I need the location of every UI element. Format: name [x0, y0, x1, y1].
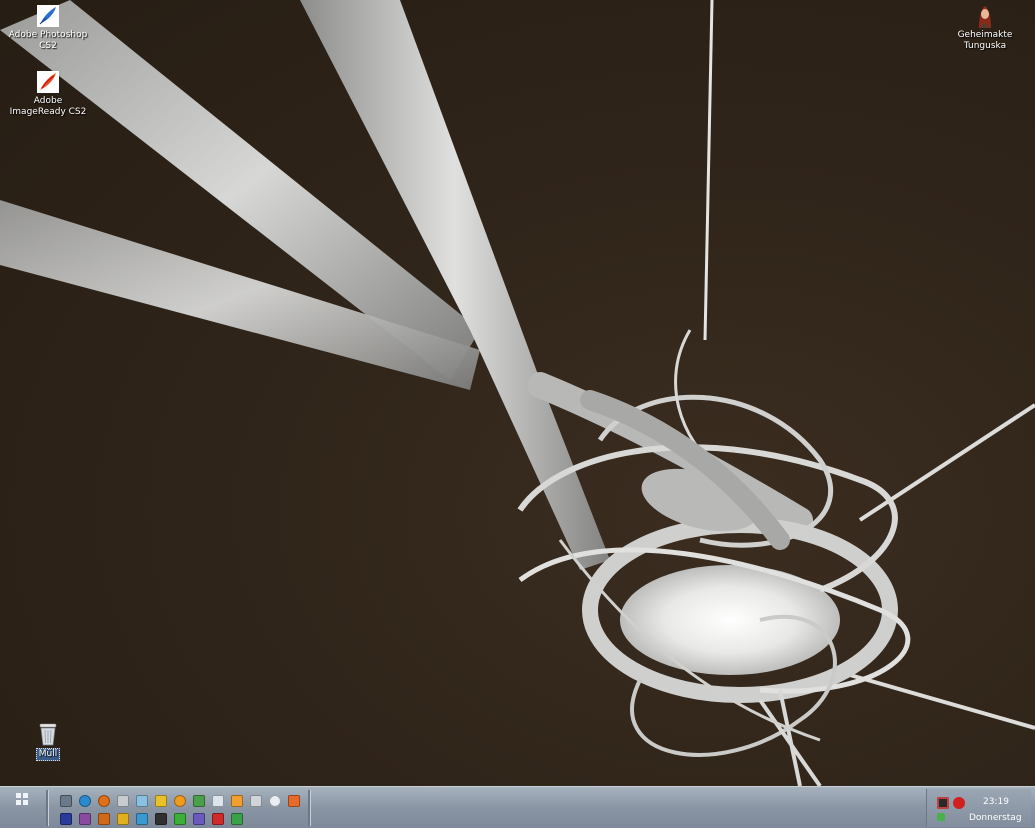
system-tray: 23:19 Donnerstag	[926, 789, 1031, 827]
network-icon[interactable]	[937, 813, 945, 821]
desktop-icon-label: Adobe ImageReady CS2	[9, 96, 87, 117]
firefox-icon[interactable]	[98, 795, 110, 807]
taskbar-separator	[46, 790, 49, 826]
clock-time[interactable]: 23:19	[983, 797, 1009, 807]
desktop[interactable]: Adobe Photoshop CS2 Adobe ImageReady CS2…	[0, 0, 1035, 786]
keys-icon[interactable]	[155, 795, 167, 807]
photoshop-feather-icon	[37, 5, 59, 27]
palette-icon[interactable]	[136, 813, 148, 825]
paint-icon[interactable]	[288, 795, 300, 807]
jar-icon[interactable]	[136, 795, 148, 807]
puzzle-icon[interactable]	[174, 813, 186, 825]
desktop-icon-tunguska[interactable]: Geheimakte Tunguska	[937, 4, 1033, 52]
imageready-feather-icon	[37, 71, 59, 93]
taskbar: 23:19 Donnerstag	[0, 786, 1035, 828]
globe-icon[interactable]	[79, 795, 91, 807]
stack-icon[interactable]	[79, 813, 91, 825]
search-icon[interactable]	[231, 795, 243, 807]
quick-launch-bar	[56, 791, 306, 825]
desktop-icon-label: Adobe Photoshop CS2	[8, 30, 88, 51]
wallpaper-image	[0, 0, 1035, 786]
pad-icon[interactable]	[193, 813, 205, 825]
floppy-icon[interactable]	[60, 813, 72, 825]
printer-icon[interactable]	[117, 795, 129, 807]
document-icon[interactable]	[212, 795, 224, 807]
tools-icon[interactable]	[250, 795, 262, 807]
clock-day: Donnerstag	[969, 813, 1022, 823]
recycle-icon[interactable]	[193, 795, 205, 807]
monitor-icon[interactable]	[937, 797, 949, 809]
start-button[interactable]	[10, 792, 34, 806]
film-icon[interactable]	[155, 813, 167, 825]
desktop-icon-imageready[interactable]: Adobe ImageReady CS2	[0, 70, 96, 118]
camera-icon[interactable]	[60, 795, 72, 807]
game-character-icon	[979, 6, 991, 28]
disc-icon[interactable]	[269, 795, 281, 807]
taskbar-separator	[308, 790, 311, 826]
trash-bin-icon	[39, 723, 57, 746]
desktop-icon-label: Müll	[35, 748, 61, 761]
wand-icon[interactable]	[117, 813, 129, 825]
desktop-icon-label: Geheimakte Tunguska	[957, 30, 1013, 51]
record-icon[interactable]	[953, 797, 965, 809]
arrow-icon[interactable]	[231, 813, 243, 825]
desktop-icon-photoshop[interactable]: Adobe Photoshop CS2	[0, 4, 96, 52]
fire-icon[interactable]	[98, 813, 110, 825]
info-icon[interactable]	[174, 795, 186, 807]
calendar-icon[interactable]	[212, 813, 224, 825]
desktop-icon-trash[interactable]: Müll	[0, 722, 96, 761]
start-menu-grid-icon	[16, 793, 28, 805]
